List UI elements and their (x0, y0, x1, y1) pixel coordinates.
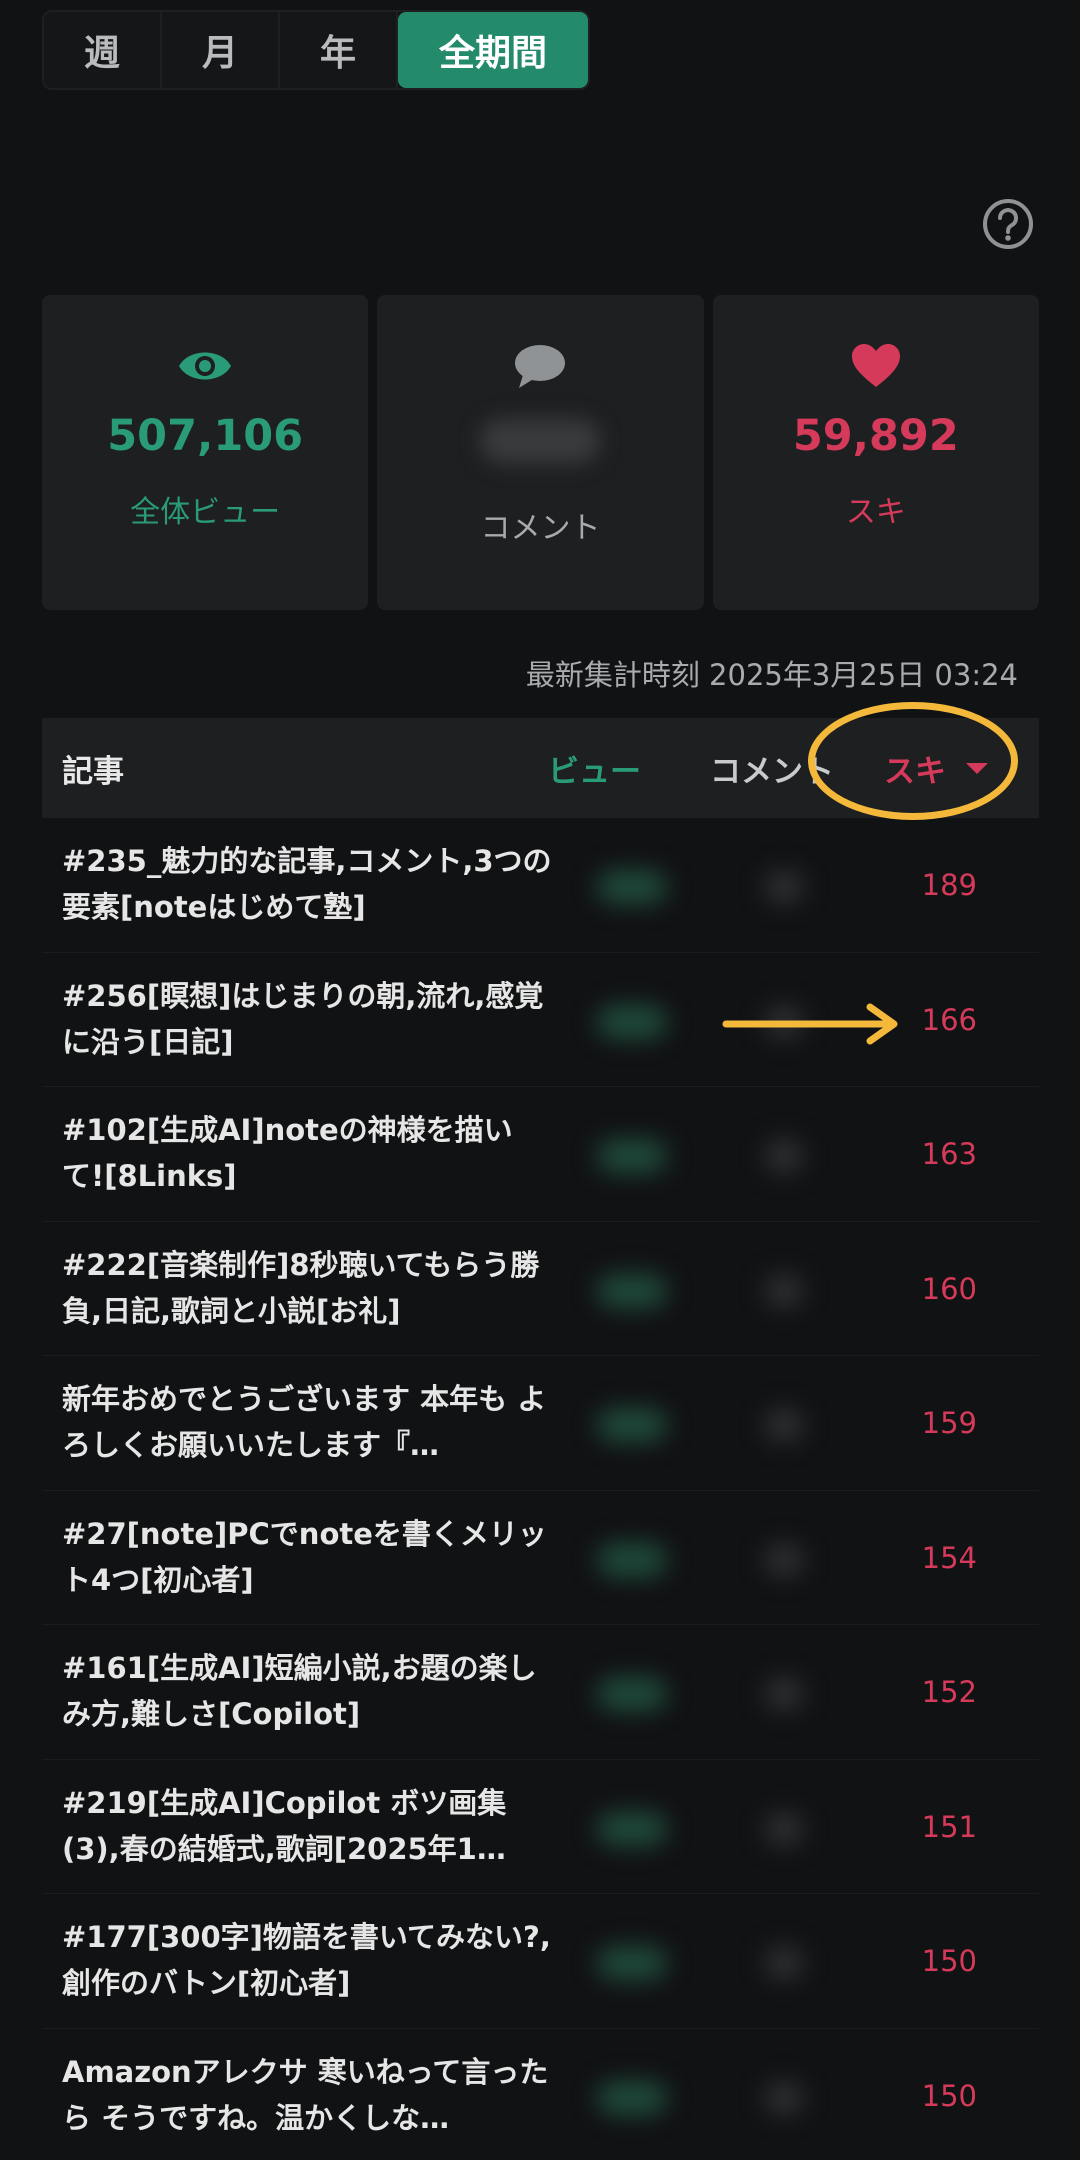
article-likes: 150 (921, 2078, 977, 2113)
views-blurred (597, 1273, 667, 1308)
stat-cards: 507,106 全体ビュー コメント 59,892 スキ (42, 295, 1039, 610)
comments-blurred (764, 1542, 804, 1577)
views-blurred (597, 1139, 667, 1173)
comments-blurred (764, 1946, 804, 1980)
heart-icon (850, 343, 902, 389)
help-icon[interactable] (982, 198, 1034, 250)
comments-blurred (764, 1139, 804, 1173)
comments-blurred (764, 1677, 804, 1711)
table-row[interactable]: 新年おめでとうございます 本年も よろしくお願いいたします『… 159 (42, 1356, 1039, 1491)
article-likes: 160 (921, 1271, 977, 1306)
article-likes: 166 (921, 1002, 977, 1037)
article-likes: 150 (921, 1944, 977, 1978)
article-likes: 154 (921, 1540, 977, 1575)
period-tabs: 週 月 年 全期間 (42, 10, 590, 90)
table-row[interactable]: Amazonアレクサ 寒いねって言ったら そうですね。温かくしな… 150 (42, 2029, 1039, 2160)
views-blurred (597, 1542, 667, 1577)
annotation-arrow (722, 1003, 898, 1045)
comments-blurred (764, 1273, 804, 1308)
table-row[interactable]: #102[生成AI]noteの神様を描いて![8Links] 163 (42, 1087, 1039, 1222)
column-views-sort[interactable]: ビュー (548, 718, 641, 818)
annotation-oval (808, 702, 1018, 820)
views-card: 507,106 全体ビュー (42, 295, 369, 610)
views-blurred (597, 1677, 667, 1711)
tab-week[interactable]: 週 (44, 12, 162, 88)
article-title: 新年おめでとうございます 本年も よろしくお願いいたします『… (62, 1382, 547, 1462)
views-blurred (597, 1408, 667, 1442)
comments-blurred (764, 870, 804, 904)
article-likes: 159 (921, 1406, 977, 1440)
article-title: #177[300字]物語を書いてみない?,創作のバトン[初心者] (62, 1920, 551, 2000)
views-blurred (597, 1946, 667, 1980)
last-updated-time: 最新集計時刻 2025年3月25日 03:24 (525, 658, 1018, 692)
article-title: #219[生成AI]Copilot ボツ画集(3),春の結婚式,歌詞[2025年… (62, 1785, 507, 1866)
article-title: #235_魅力的な記事,コメント,3つの要素[noteはじめて塾] (62, 844, 552, 924)
article-likes: 189 (921, 868, 977, 902)
article-likes: 163 (921, 1137, 977, 1171)
views-blurred (597, 2080, 667, 2115)
views-blurred (597, 1004, 667, 1039)
column-article: 記事 (62, 753, 124, 790)
table-row[interactable]: #161[生成AI]短編小説,お題の楽しみ方,難しさ[Copilot] 152 (42, 1625, 1039, 1760)
article-likes: 152 (921, 1675, 977, 1709)
views-total: 507,106 (107, 411, 304, 461)
likes-card: 59,892 スキ (712, 295, 1039, 610)
tab-year[interactable]: 年 (280, 12, 398, 88)
table-row[interactable]: #219[生成AI]Copilot ボツ画集(3),春の結婚式,歌詞[2025年… (42, 1760, 1039, 1894)
views-label: 全体ビュー (130, 495, 281, 530)
comments-blurred (764, 1811, 804, 1846)
article-likes: 151 (921, 1809, 977, 1844)
table-row[interactable]: #27[note]PCでnoteを書くメリット4つ[初心者] 154 (42, 1491, 1039, 1625)
likes-total: 59,892 (792, 411, 959, 461)
article-title: Amazonアレクサ 寒いねって言ったら そうですね。温かくしな… (62, 2054, 549, 2135)
comments-blurred (764, 2080, 804, 2115)
views-blurred (597, 870, 667, 904)
article-title: #222[音楽制作]8秒聴いてもらう勝負,日記,歌詞と小説[お礼] (62, 1247, 540, 1328)
table-row[interactable]: #177[300字]物語を書いてみない?,創作のバトン[初心者] 150 (42, 1894, 1039, 2029)
views-blurred (597, 1811, 667, 1846)
stats-page: 週 月 年 全期間 507,106 全体ビュー コメント 59,892 スキ 最… (0, 0, 1080, 2160)
comments-card: コメント (377, 295, 704, 610)
comments-total-blurred (480, 419, 601, 463)
article-title: #161[生成AI]短編小説,お題の楽しみ方,難しさ[Copilot] (62, 1651, 537, 1731)
eye-icon (177, 343, 233, 389)
tab-all-time[interactable]: 全期間 (398, 12, 588, 88)
speech-bubble-icon (513, 343, 567, 389)
table-row[interactable]: #235_魅力的な記事,コメント,3つの要素[noteはじめて塾] 189 (42, 818, 1039, 953)
article-title: #27[note]PCでnoteを書くメリット4つ[初心者] (62, 1516, 547, 1597)
table-row[interactable]: #222[音楽制作]8秒聴いてもらう勝負,日記,歌詞と小説[お礼] 160 (42, 1222, 1039, 1356)
likes-label: スキ (845, 495, 906, 530)
article-title: #102[生成AI]noteの神様を描いて![8Links] (62, 1113, 513, 1193)
tab-month[interactable]: 月 (162, 12, 280, 88)
comments-label: コメント (480, 511, 601, 546)
comments-blurred (764, 1408, 804, 1442)
article-title: #256[瞑想]はじまりの朝,流れ,感覚に沿う[日記] (62, 978, 544, 1059)
